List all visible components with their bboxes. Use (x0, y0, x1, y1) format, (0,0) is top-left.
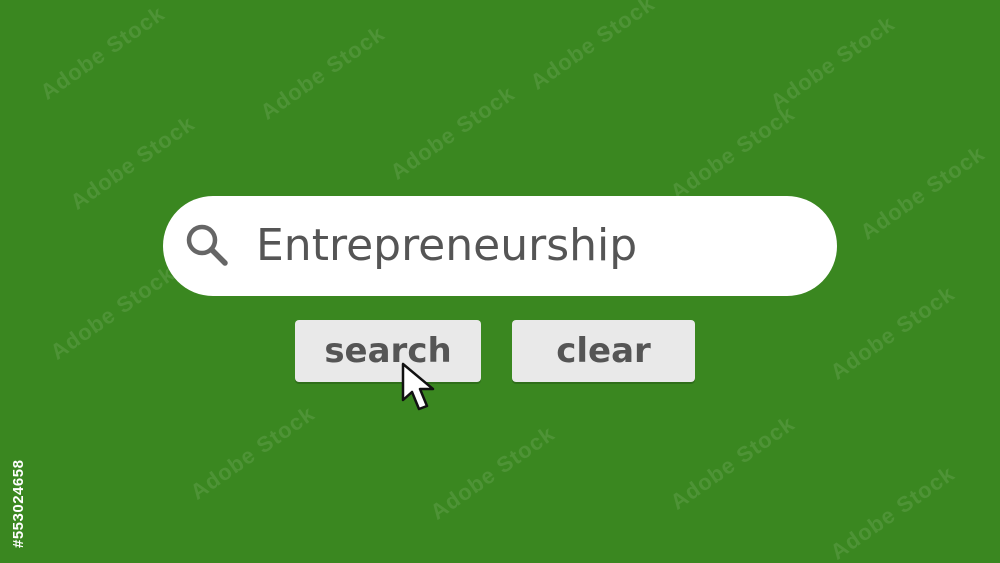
watermark: Adobe Stock (765, 10, 900, 115)
stage: Adobe Stock Adobe Stock Adobe Stock Adob… (0, 0, 1000, 563)
search-button[interactable]: search (295, 320, 481, 382)
watermark: Adobe Stock (425, 420, 560, 525)
watermark: Adobe Stock (525, 0, 660, 95)
watermark: Adobe Stock (665, 410, 800, 515)
watermark: Adobe Stock (255, 20, 390, 125)
watermark: Adobe Stock (185, 400, 320, 505)
watermark: Adobe Stock (825, 280, 960, 385)
watermark: Adobe Stock (825, 460, 960, 563)
stock-id-label: #553024658 (10, 459, 27, 548)
watermark: Adobe Stock (35, 0, 170, 105)
watermark: Adobe Stock (65, 110, 200, 215)
clear-button[interactable]: clear (512, 320, 695, 382)
watermark: Adobe Stock (385, 80, 520, 185)
search-input[interactable]: Entrepreneurship (256, 218, 637, 274)
watermark: Adobe Stock (45, 260, 180, 365)
watermark: Adobe Stock (665, 100, 800, 205)
search-icon (186, 224, 228, 266)
watermark: Adobe Stock (855, 140, 990, 245)
arrow-cursor-icon (401, 362, 435, 411)
